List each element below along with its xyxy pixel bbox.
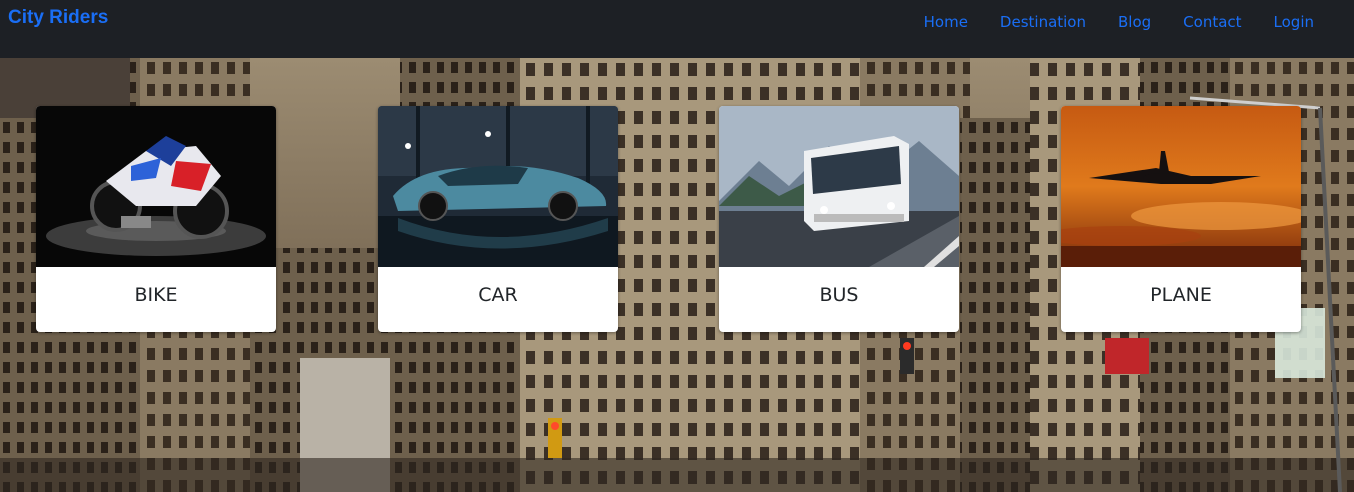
nav-link-contact[interactable]: Contact [1183,13,1241,31]
city-background: BIKE CAR BUS PLANE [0,58,1354,492]
bus-image [719,106,959,267]
vehicle-card-bike[interactable]: BIKE [36,106,276,332]
card-title-bus: BUS [819,284,859,306]
nav-link-login[interactable]: Login [1274,13,1314,31]
top-navbar: City Riders Home Destination Blog Contac… [0,0,1354,58]
brand-logo-link[interactable]: City Riders [8,7,108,29]
card-title-plane: PLANE [1150,284,1212,306]
car-image [378,106,618,267]
vehicle-card-bus[interactable]: BUS [719,106,959,332]
nav-link-blog[interactable]: Blog [1118,13,1151,31]
card-title-bike: BIKE [134,284,178,306]
nav-links: Home Destination Blog Contact Login [892,13,1314,31]
vehicle-card-plane[interactable]: PLANE [1061,106,1301,332]
nav-link-home[interactable]: Home [924,13,968,31]
vehicle-card-car[interactable]: CAR [378,106,618,332]
plane-image [1061,106,1301,267]
card-title-car: CAR [478,284,518,306]
bike-image [36,106,276,267]
nav-link-destination[interactable]: Destination [1000,13,1086,31]
